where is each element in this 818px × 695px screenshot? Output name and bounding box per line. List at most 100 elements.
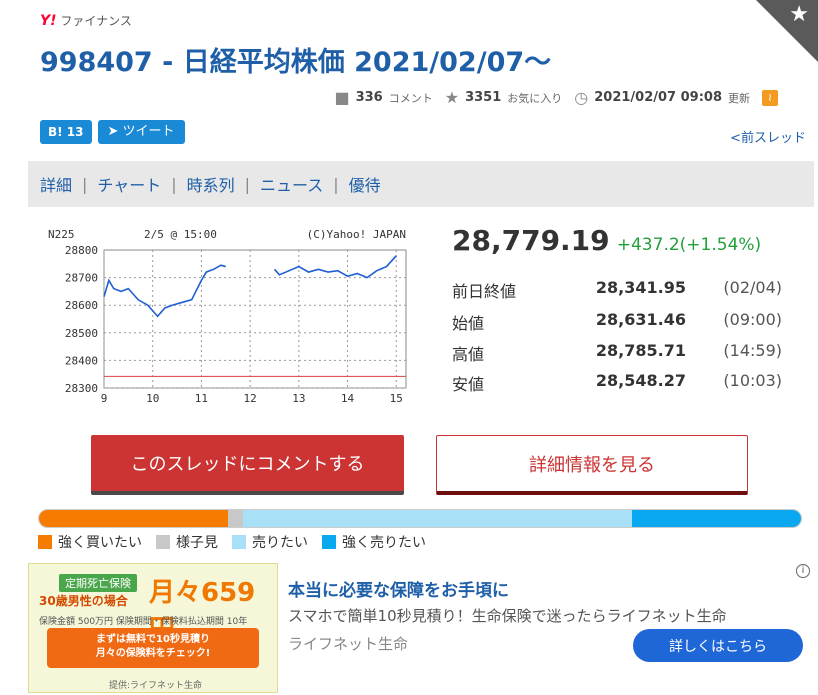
favorite-count: 3351 [465, 90, 502, 105]
rss-icon[interactable]: ≀ [762, 89, 778, 106]
legend-item: 様子見 [156, 532, 218, 552]
legend-item: 強く買いたい [38, 532, 142, 552]
comment-count: 336 [355, 90, 383, 105]
x-tick-label: 10 [146, 392, 159, 405]
hatena-bookmark-button[interactable]: B! 13 [40, 120, 92, 144]
twitter-bird-icon: ➤ [107, 124, 119, 139]
ad-img-age: 30歳男性の場合 [39, 594, 128, 608]
quote-value: 28,548.27 [595, 371, 686, 390]
updated-time: 2021/02/07 09:08 [594, 90, 722, 105]
star-icon[interactable]: ★ [789, 4, 809, 26]
x-tick-label: 9 [101, 392, 108, 405]
nav-history[interactable]: 時系列 [187, 172, 235, 196]
y-tick-label: 28600 [65, 299, 98, 312]
ad-description: スマホで簡単10秒見積り！生命保険で迷ったらライフネット生命 [288, 607, 727, 625]
price-panel: 28,779.19 +437.2(+1.54%) [452, 224, 792, 257]
nav-news[interactable]: ニュース [260, 172, 323, 196]
quote-value: 28,631.46 [595, 310, 686, 329]
yahoo-logo-mark: Y! [40, 13, 57, 29]
comment-button[interactable]: このスレッドにコメントする [91, 435, 404, 495]
current-price: 28,779.19 [452, 224, 610, 257]
sentiment-legend: 強く買いたい 様子見 売りたい 強く売りたい [38, 532, 426, 552]
sentiment-segment [631, 510, 801, 527]
prev-thread-link[interactable]: <前スレッド [730, 127, 806, 146]
section-nav: 詳細 | チャート | 時系列 | ニュース | 優待 [28, 161, 814, 207]
quote-time: (14:59) [723, 341, 782, 360]
intraday-chart: 28800 28700 28600 28500 28400 28300 9 10 11 12 13 1… [44, 224, 416, 410]
sentiment-bar [38, 509, 802, 528]
price-change: +437.2(+1.54%) [616, 235, 762, 255]
ad-sponsor: ライフネット生命 [288, 635, 409, 653]
x-tick-label: 13 [292, 392, 305, 405]
tweet-label: ツイート [122, 124, 175, 139]
ad-img-terms: 保険金額 500万円 保険期間・保険料払込期間 10年 [39, 617, 248, 627]
y-tick-label: 28500 [65, 327, 98, 340]
comment-unit: コメント [388, 91, 433, 105]
x-tick-label: 15 [390, 392, 403, 405]
quote-time: (10:03) [723, 371, 782, 390]
share-buttons: B! 13 ➤ ツイート [40, 120, 185, 144]
y-tick-label: 28300 [65, 382, 98, 395]
ad-details-button[interactable]: 詳しくはこちら [633, 629, 803, 662]
quote-label: 高値 [452, 345, 485, 364]
sentiment-segment [227, 510, 244, 527]
sentiment-segment [39, 510, 228, 527]
quote-label: 安値 [452, 375, 485, 394]
quote-label: 前日終値 [452, 282, 517, 301]
thread-meta: ■ 336 コメント ★ 3351 お気に入り ◷ 2021/02/07 09:… [334, 88, 778, 107]
sentiment-segment [243, 510, 632, 527]
nav-chart[interactable]: チャート [97, 172, 161, 196]
ad-title[interactable]: 本当に必要な保障をお手頃に [288, 576, 509, 601]
chart-credit: (C)Yahoo! JAPAN [307, 228, 406, 241]
quote-value: 28,341.95 [595, 278, 686, 297]
legend-item: 強く売りたい [322, 532, 426, 552]
clock-icon: ◷ [574, 88, 589, 107]
comment-icon: ■ [334, 88, 350, 107]
nav-divider: | [244, 174, 251, 194]
ad-img-cta-line1: まずは無料で10秒見積り [96, 634, 210, 645]
quote-label: 始値 [452, 314, 485, 333]
legend-swatch [322, 535, 336, 549]
legend-swatch [156, 535, 170, 549]
quote-time: (09:00) [723, 310, 782, 329]
y-tick-label: 28800 [65, 244, 98, 257]
legend-swatch [38, 535, 52, 549]
nav-benefits[interactable]: 優待 [349, 172, 381, 196]
tweet-button[interactable]: ➤ ツイート [97, 120, 185, 144]
nav-divider: | [82, 174, 88, 194]
logo-text: ファイナンス [60, 14, 132, 28]
quote-value: 28,785.71 [595, 341, 686, 360]
ad-info-icon[interactable]: i [796, 564, 810, 578]
favorite-unit: お気に入り [507, 91, 563, 105]
x-tick-label: 14 [341, 392, 355, 405]
ad-img-badge: 定期死亡保険 [59, 574, 137, 592]
x-tick-label: 11 [195, 392, 208, 405]
nav-divider: | [333, 174, 339, 194]
ad-img-provider: 提供:ライフネット生命 [109, 681, 203, 691]
legend-label: 様子見 [176, 535, 218, 551]
ad-image[interactable]: 定期死亡保険 30歳男性の場合 月々659円 保険金額 500万円 保険期間・保… [28, 563, 278, 693]
ad-img-cta[interactable]: まずは無料で10秒見積り 月々の保険料をチェック! [47, 628, 259, 668]
chart-title: 2/5 @ 15:00 [144, 228, 217, 241]
page-title: 998407 - 日経平均株価 2021/02/07～ [40, 47, 552, 78]
updated-unit: 更新 [728, 91, 750, 105]
legend-label: 強く売りたい [342, 535, 426, 551]
star-outline-icon: ★ [444, 88, 460, 107]
ad-img-cta-line2: 月々の保険料をチェック! [95, 648, 211, 659]
legend-label: 強く買いたい [58, 535, 142, 551]
legend-item: 売りたい [232, 532, 308, 552]
legend-swatch [232, 535, 246, 549]
site-logo[interactable]: Y! ファイナンス [40, 12, 132, 29]
y-tick-label: 28400 [65, 354, 98, 367]
chart-svg: 28800 28700 28600 28500 28400 283009 10 11 12 13 1… [48, 228, 407, 405]
chart-symbol: N225 [48, 228, 75, 241]
nav-divider: | [171, 174, 177, 194]
ad-banner[interactable]: 定期死亡保険 30歳男性の場合 月々659円 保険金額 500万円 保険期間・保… [28, 560, 818, 695]
chart-plot-area [103, 249, 407, 389]
nav-detail[interactable]: 詳細 [40, 172, 72, 196]
detail-info-button[interactable]: 詳細情報を見る [436, 435, 748, 495]
x-tick-label: 12 [244, 392, 257, 405]
legend-label: 売りたい [252, 535, 308, 551]
quote-time: (02/04) [723, 278, 782, 297]
y-tick-label: 28700 [65, 272, 98, 285]
